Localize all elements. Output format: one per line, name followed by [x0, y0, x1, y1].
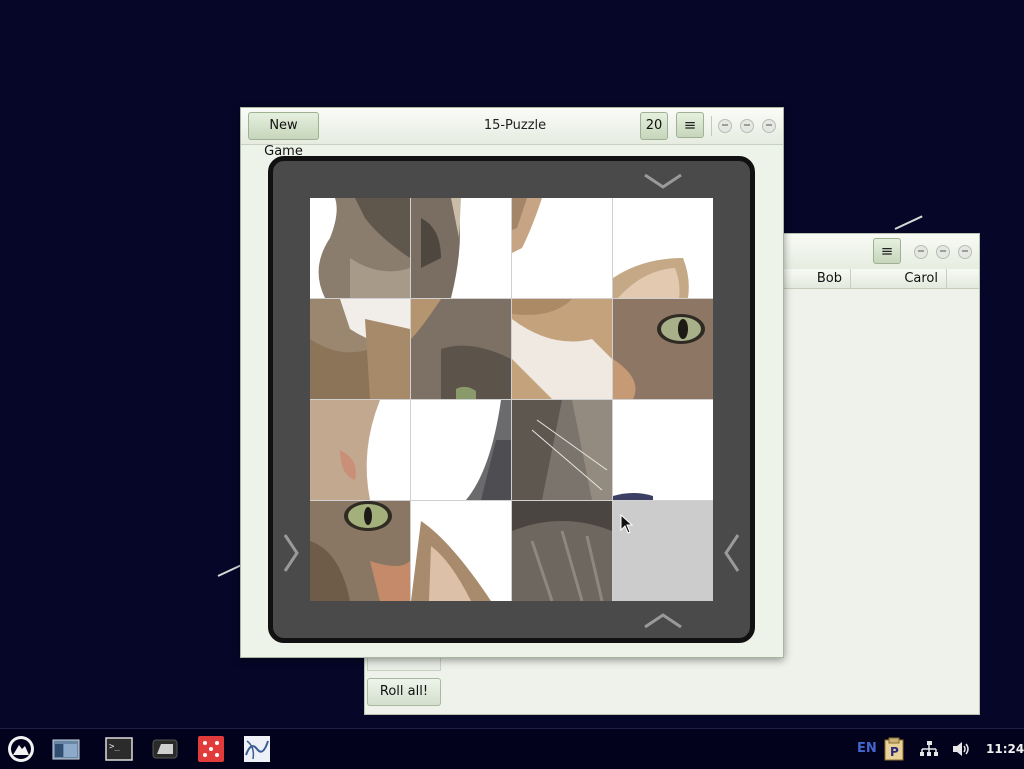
puzzle-tile[interactable]	[411, 400, 511, 500]
volume-icon[interactable]	[951, 739, 971, 759]
start-menu-icon[interactable]	[7, 735, 35, 763]
hamburger-menu-icon[interactable]: ≡	[676, 112, 704, 138]
titlebar: 15-Puzzle New Game 20 ≡	[241, 108, 783, 159]
puzzle-tile[interactable]	[613, 400, 713, 500]
slide-down-arrow-icon[interactable]	[643, 171, 683, 191]
slide-right-arrow-icon[interactable]	[281, 533, 301, 573]
player-column-header: Carol	[851, 269, 947, 288]
window-manager-icon[interactable]	[151, 735, 179, 763]
minimize-icon[interactable]	[718, 119, 732, 133]
puzzle-window: 15-Puzzle New Game 20 ≡	[240, 107, 784, 658]
close-icon[interactable]	[762, 119, 776, 133]
dice-game-icon[interactable]	[197, 735, 225, 763]
mouse-cursor-icon	[620, 514, 634, 534]
puzzle-tile[interactable]	[310, 501, 410, 601]
minimize-icon[interactable]	[914, 245, 928, 259]
puzzle-board	[268, 156, 755, 643]
file-manager-icon[interactable]	[52, 735, 80, 763]
puzzle-tile[interactable]	[512, 400, 612, 500]
desktop-decoration	[217, 564, 242, 577]
keyboard-layout-indicator[interactable]: EN	[857, 729, 877, 769]
clipboard-icon[interactable]: P	[882, 737, 906, 761]
tile-grid	[310, 198, 713, 601]
desktop-decoration	[894, 215, 923, 230]
puzzle-tile[interactable]	[411, 198, 511, 298]
close-icon[interactable]	[958, 245, 972, 259]
roll-all-button[interactable]: Roll all!	[367, 678, 441, 706]
svg-text:P: P	[890, 745, 899, 759]
puzzle-tile[interactable]	[310, 299, 410, 399]
puzzle-tile[interactable]	[310, 198, 410, 298]
slide-up-arrow-icon[interactable]	[643, 611, 683, 631]
moves-counter-button[interactable]: 20	[640, 112, 668, 140]
puzzle-tile[interactable]	[613, 299, 713, 399]
puzzle-tile[interactable]	[512, 299, 612, 399]
maximize-icon[interactable]	[740, 119, 754, 133]
puzzle-tile[interactable]	[512, 501, 612, 601]
puzzle-tile[interactable]	[310, 400, 410, 500]
network-icon[interactable]	[919, 739, 939, 759]
svg-text:>_: >_	[109, 742, 120, 752]
puzzle-tile[interactable]	[411, 299, 511, 399]
hamburger-menu-icon[interactable]: ≡	[873, 238, 901, 264]
slide-left-arrow-icon[interactable]	[722, 533, 742, 573]
maximize-icon[interactable]	[936, 245, 950, 259]
puzzle-tile[interactable]	[411, 501, 511, 601]
terminal-icon[interactable]: >_	[105, 735, 133, 763]
puzzle-tile[interactable]	[512, 198, 612, 298]
taskbar: >_ EN P 11:24	[0, 728, 1024, 769]
puzzle-tile[interactable]	[613, 198, 713, 298]
toolbar-separator	[711, 116, 712, 136]
window-title: 15-Puzzle	[483, 118, 547, 133]
puzzle-app-icon[interactable]	[243, 735, 271, 763]
new-game-button[interactable]: New Game	[248, 112, 319, 159]
clock[interactable]: 11:24	[986, 729, 1024, 769]
